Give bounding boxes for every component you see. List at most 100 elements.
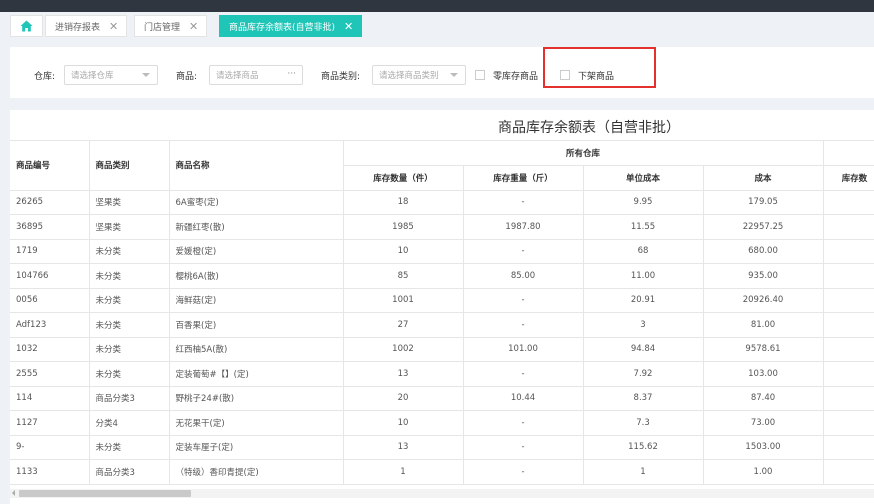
- cell-next: [823, 386, 874, 411]
- table-row[interactable]: 36895 坚果类 新疆红枣(散) 1985 1987.80 11.55 22957.25: [10, 214, 874, 240]
- tab-store-management[interactable]: 门店管理 ✕: [134, 15, 208, 37]
- cell-qty: 27: [343, 312, 464, 338]
- cell-qty: 10: [343, 239, 464, 264]
- cell-weight: 10.44: [463, 386, 584, 411]
- cell-cost: 81.00: [703, 312, 824, 338]
- col-header-next: 库存数: [823, 165, 874, 191]
- col-header-weight: 库存重量（斤）: [463, 165, 584, 191]
- cell-code: 1133: [10, 459, 90, 485]
- cell-qty: 20: [343, 386, 464, 411]
- table-row[interactable]: 9- 未分类 定装车厘子(定) 13-115.62 1503.00: [10, 435, 874, 460]
- cell-name: 6A蜜枣(定): [169, 190, 344, 215]
- warehouse-label: 仓库:: [34, 72, 56, 82]
- cell-cost: 1503.00: [703, 435, 824, 460]
- table-row[interactable]: 114 商品分类3 野桃子24#(散) 20 10.44 8.37 87.40: [10, 386, 874, 411]
- cell-code: 1127: [10, 410, 90, 436]
- cell-code: 2555: [10, 361, 90, 387]
- tab-inventory-balance[interactable]: 商品库存余额表(自营非批) ✕: [219, 15, 363, 37]
- chevron-down-icon: [142, 73, 150, 77]
- cell-next: [823, 337, 874, 362]
- cell-unit-cost: 9.95: [583, 190, 704, 215]
- table-row[interactable]: 1719 未分类 爱媛橙(定) 10-68 680.00: [10, 239, 874, 264]
- cell-category: 未分类: [89, 239, 170, 264]
- cell-qty: 1985: [343, 214, 464, 240]
- table-row[interactable]: 2555 未分类 定装葡萄#【】(定) 13-7.92 103.00: [10, 361, 874, 387]
- cell-code: 0056: [10, 288, 90, 313]
- cell-next: [823, 239, 874, 264]
- close-icon[interactable]: ✕: [109, 20, 118, 33]
- cell-cost: 103.00: [703, 361, 824, 387]
- cell-category: 未分类: [89, 337, 170, 362]
- tab-sales-report[interactable]: 进销存报表 ✕: [45, 15, 128, 37]
- table-row[interactable]: Adf123 未分类 百香果(定) 27-3 81.00: [10, 312, 874, 338]
- cell-category: 坚果类: [89, 190, 170, 215]
- tab-label: 门店管理: [144, 22, 181, 33]
- warehouse-placeholder: 请选择仓库: [71, 71, 114, 81]
- cell-name: 海鲜菇(定): [169, 288, 344, 313]
- cell-unit-cost: 68: [583, 239, 704, 264]
- table-row[interactable]: 0056 未分类 海鲜菇(定) 1001-20.91 20926.40: [10, 288, 874, 313]
- cell-name: 定装车厘子(定): [169, 435, 344, 460]
- chevron-down-icon: [450, 73, 458, 77]
- home-tab[interactable]: [10, 15, 43, 37]
- cell-category: 未分类: [89, 263, 170, 289]
- cell-cost: 1.00: [703, 459, 824, 485]
- cell-cost: 935.00: [703, 263, 824, 289]
- category-label: 商品类别:: [321, 72, 361, 82]
- horizontal-scrollbar[interactable]: [10, 489, 874, 498]
- cell-category: 商品分类3: [89, 459, 170, 485]
- table-row[interactable]: 104766 未分类 樱桃6A(散) 85 85.00 11.00 935.00: [10, 263, 874, 289]
- cell-next: [823, 190, 874, 215]
- more-icon[interactable]: ···: [287, 69, 296, 79]
- col-header-cost: 成本: [703, 165, 824, 191]
- cell-unit-cost: 11.00: [583, 263, 704, 289]
- cell-unit-cost: 94.84: [583, 337, 704, 362]
- cell-name: 爱媛橙(定): [169, 239, 344, 264]
- cell-name: 定装葡萄#【】(定): [169, 361, 344, 387]
- col-header-unit-cost: 单位成本: [583, 165, 704, 191]
- col-header-category: 商品类别: [89, 141, 170, 191]
- warehouse-select[interactable]: 请选择仓库: [64, 65, 158, 85]
- cell-cost: 680.00: [703, 239, 824, 264]
- zero-stock-checkbox[interactable]: [475, 70, 485, 80]
- cell-qty: 13: [343, 435, 464, 460]
- cell-code: 1032: [10, 337, 90, 362]
- cell-name: 樱桃6A(散): [169, 263, 344, 289]
- cell-weight: 101.00: [463, 337, 584, 362]
- cell-code: 26265: [10, 190, 90, 215]
- cell-cost: 22957.25: [703, 214, 824, 240]
- scrollbar-thumb[interactable]: [19, 490, 191, 497]
- tab-label: 进销存报表: [55, 22, 101, 33]
- cell-unit-cost: 20.91: [583, 288, 704, 313]
- cell-unit-cost: 1: [583, 459, 704, 485]
- close-icon[interactable]: ✕: [344, 20, 353, 33]
- cell-unit-cost: 8.37: [583, 386, 704, 411]
- cell-code: 9-: [10, 435, 90, 460]
- tab-bar: [0, 12, 874, 41]
- table-row[interactable]: 26265 坚果类 6A蜜枣(定) 18-9.95 179.05: [10, 190, 874, 215]
- cell-unit-cost: 11.55: [583, 214, 704, 240]
- tab-label: 商品库存余额表(自营非批): [229, 22, 336, 33]
- category-select[interactable]: 请选择商品类别: [372, 65, 466, 85]
- cell-qty: 18: [343, 190, 464, 215]
- cell-category: 坚果类: [89, 214, 170, 240]
- cell-category: 商品分类3: [89, 386, 170, 411]
- cell-category: 分类4: [89, 410, 170, 436]
- table-row[interactable]: 1127 分类4 无花果干(定) 10-7.3 73.00: [10, 410, 874, 436]
- product-picker[interactable]: 请选择商品 ···: [209, 65, 303, 85]
- cell-next: [823, 459, 874, 485]
- table-row[interactable]: 1133 商品分类3 （特级）香印青提(定) 1-1 1.00: [10, 459, 874, 485]
- cell-unit-cost: 115.62: [583, 435, 704, 460]
- table-row[interactable]: 1032 未分类 红西柚5A(散) 1002 101.00 94.84 9578.61: [10, 337, 874, 362]
- col-header-name: 商品名称: [169, 141, 344, 191]
- close-icon[interactable]: ✕: [189, 20, 198, 33]
- cell-unit-cost: 7.3: [583, 410, 704, 436]
- scroll-left-icon[interactable]: [12, 490, 15, 496]
- cell-qty: 1001: [343, 288, 464, 313]
- cell-weight: -: [463, 239, 584, 264]
- cell-weight: 1987.80: [463, 214, 584, 240]
- highlight-box: [543, 47, 656, 88]
- cell-next: [823, 410, 874, 436]
- report-title: 商品库存余额表（自营非批）: [498, 120, 680, 136]
- app-top-bar: [0, 0, 874, 12]
